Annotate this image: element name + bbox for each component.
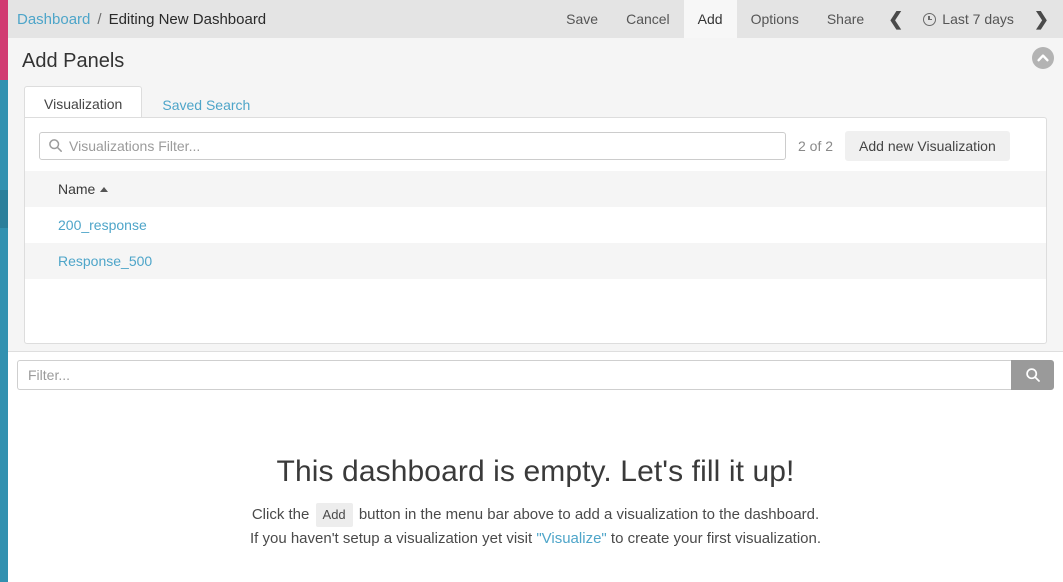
breadcrumb: Dashboard / Editing New Dashboard [8, 0, 266, 38]
empty-state-description: Click the Add button in the menu bar abo… [8, 503, 1063, 550]
tab-saved-search[interactable]: Saved Search [142, 87, 270, 121]
kibana-dashboard-app: Dashboard / Editing New Dashboard Save C… [0, 0, 1063, 582]
empty-line2-before: If you haven't setup a visualization yet… [249, 530, 533, 548]
column-header-name-label: Name [58, 181, 96, 197]
table-row: Response_500 [25, 243, 1046, 279]
nav-item-share[interactable]: Share [813, 0, 878, 38]
breadcrumb-current: Editing New Dashboard [108, 10, 267, 28]
visualization-link-200-response[interactable]: 200_response [58, 217, 147, 233]
collapse-panel-button[interactable] [1032, 47, 1054, 69]
add-panels-tabs: Visualization Saved Search [8, 85, 1063, 121]
results-count: 2 of 2 [798, 138, 834, 154]
table-cell-name: 200_response [25, 207, 1046, 243]
table-header-row: Name [25, 171, 1046, 207]
visualizations-filter-wrapper [39, 132, 786, 160]
nav-item-save[interactable]: Save [552, 0, 612, 38]
left-rail-pink [0, 0, 8, 80]
empty-line1-before: Click the [251, 506, 310, 523]
visualizations-filter-input[interactable] [39, 132, 786, 160]
table-row: 200_response [25, 207, 1046, 243]
time-range-label: Last 7 days [942, 11, 1014, 27]
breadcrumb-dashboard-link[interactable]: Dashboard [17, 11, 90, 28]
search-icon [1025, 367, 1040, 382]
time-next-button[interactable]: ❯ [1024, 0, 1059, 38]
clock-icon [923, 12, 937, 26]
add-panels-title: Add Panels [22, 50, 125, 72]
top-navigation-bar: Dashboard / Editing New Dashboard Save C… [8, 0, 1063, 38]
table-head: Name [25, 171, 1046, 207]
card-toolbar: 2 of 2 Add new Visualization [25, 118, 1046, 171]
time-picker-button[interactable]: Last 7 days [913, 0, 1024, 38]
column-header-name[interactable]: Name [25, 171, 1046, 207]
nav-item-cancel[interactable]: Cancel [612, 0, 684, 38]
nav-menu: Save Cancel Add Options Share ❮ Last 7 d… [552, 0, 1063, 38]
tab-visualization[interactable]: Visualization [24, 86, 143, 121]
breadcrumb-separator: / [97, 10, 102, 28]
query-submit-button[interactable] [1011, 359, 1054, 390]
query-input-group [17, 359, 1054, 390]
empty-dashboard-state: This dashboard is empty. Let's fill it u… [8, 396, 1063, 582]
visualize-link[interactable]: "Visualize" [536, 530, 606, 547]
visualizations-table: Name 200_response Response_500 [25, 171, 1046, 279]
table-body: 200_response Response_500 [25, 207, 1046, 279]
nav-item-options[interactable]: Options [737, 0, 813, 38]
empty-line2-after: to create your first visualization. [610, 530, 822, 548]
left-rail-teal [0, 80, 8, 582]
inline-add-badge: Add [315, 503, 353, 528]
nav-item-add[interactable]: Add [683, 0, 737, 38]
empty-line1-after: button in the menu bar above to add a vi… [358, 506, 820, 523]
add-new-visualization-button[interactable]: Add new Visualization [845, 131, 1010, 161]
add-panels-card: 2 of 2 Add new Visualization Name 200_re… [24, 117, 1047, 344]
time-prev-button[interactable]: ❮ [878, 0, 913, 38]
table-cell-name: Response_500 [25, 243, 1046, 279]
left-rail-teal-highlight [0, 190, 8, 228]
empty-state-heading: This dashboard is empty. Let's fill it u… [276, 455, 795, 488]
chevron-up-icon [1037, 54, 1049, 62]
query-filter-bar [8, 353, 1063, 396]
query-filter-input[interactable] [17, 359, 1011, 390]
chevron-left-icon: ❮ [888, 9, 904, 29]
chevron-right-icon: ❯ [1033, 9, 1049, 29]
visualization-link-response-500[interactable]: Response_500 [58, 253, 152, 269]
sort-asc-icon [100, 187, 109, 192]
add-panels-section: Add Panels Visualization Saved Search 2 … [8, 38, 1063, 352]
